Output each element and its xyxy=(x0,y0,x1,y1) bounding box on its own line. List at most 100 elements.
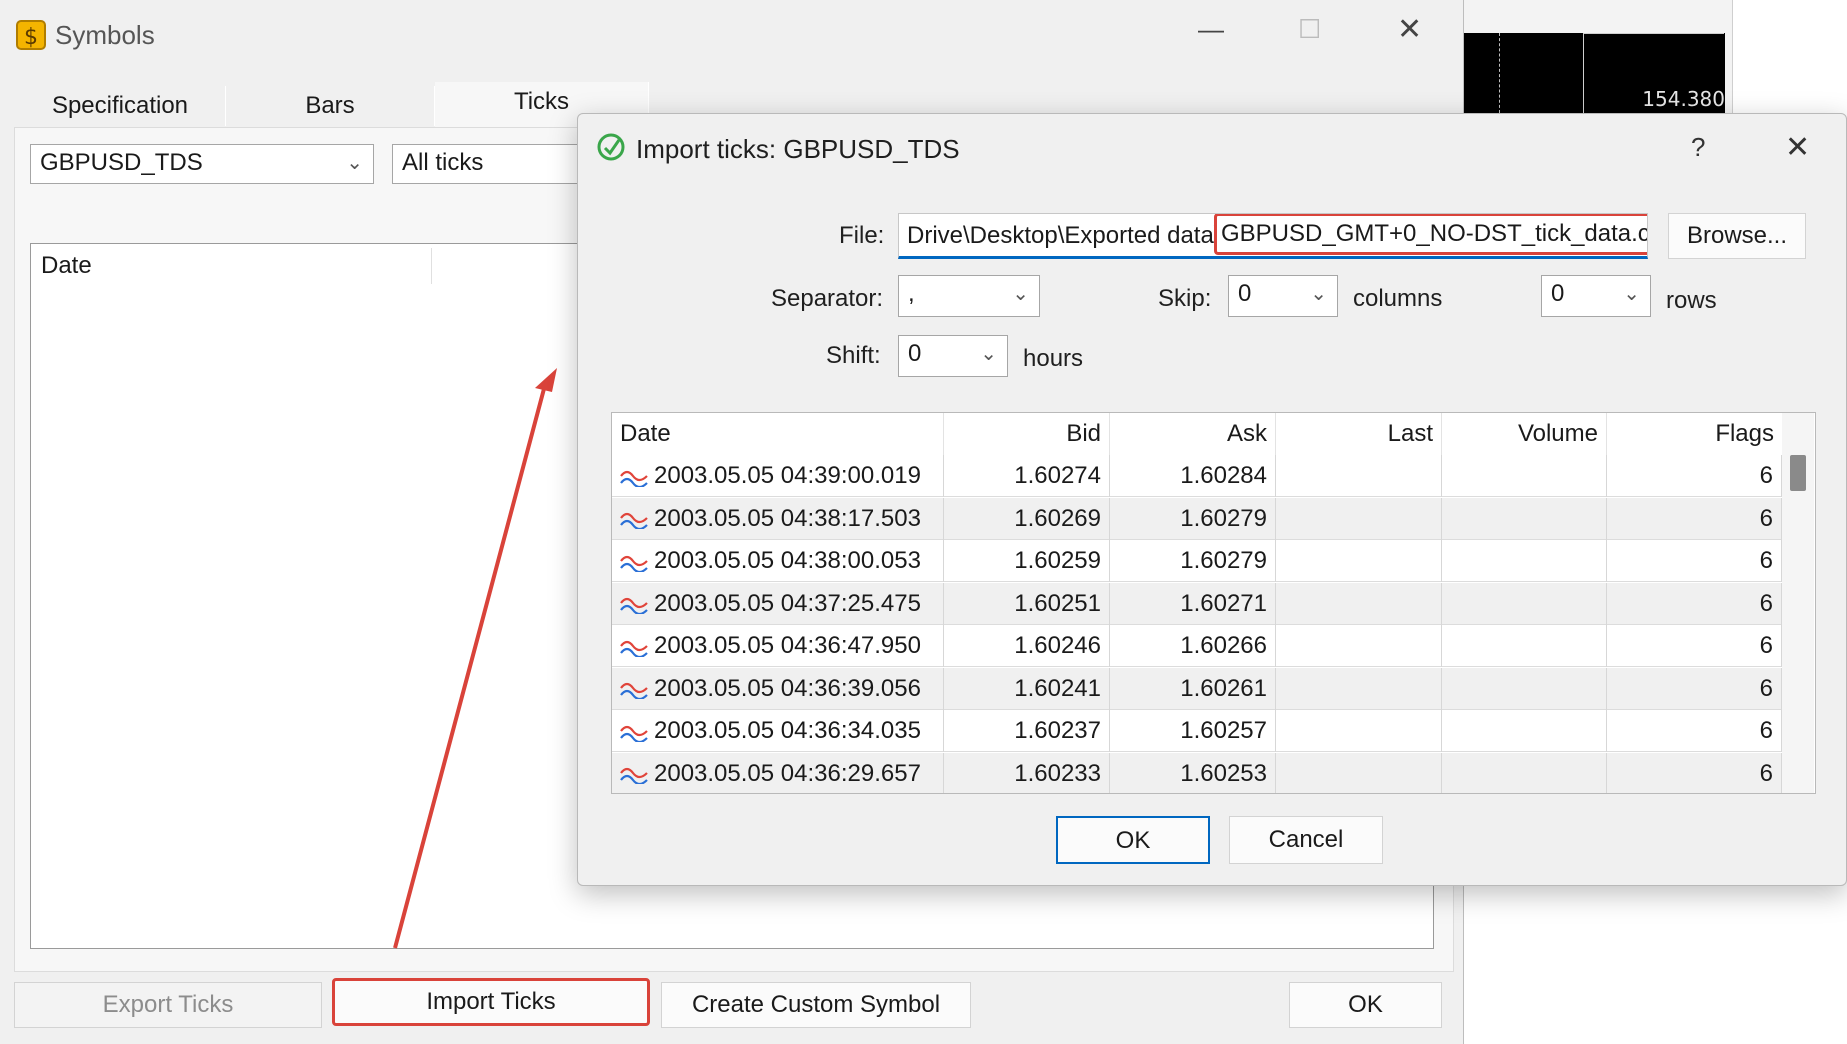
cell-flags: 6 xyxy=(1607,752,1782,793)
cell-ask: 1.60279 xyxy=(1110,497,1276,540)
table-scrollbar[interactable] xyxy=(1782,413,1814,793)
cell-flags-value: 6 xyxy=(1759,674,1773,702)
cell-flags-value: 6 xyxy=(1759,589,1773,617)
cell-last xyxy=(1276,540,1442,582)
table-row[interactable]: 2003.05.05 04:37:25.475 1.60251 1.60271 6 xyxy=(612,582,1782,625)
help-button[interactable]: ? xyxy=(1691,132,1705,163)
cell-bid-value: 1.60241 xyxy=(1014,674,1101,702)
cell-volume xyxy=(1442,540,1607,582)
table-row[interactable]: 2003.05.05 04:36:39.056 1.60241 1.60261 6 xyxy=(612,667,1782,710)
cell-flags-value: 6 xyxy=(1759,717,1773,744)
file-path-input[interactable]: Drive\Desktop\Exported data\ GBPUSD_GMT+… xyxy=(898,213,1648,259)
col-bid[interactable]: Bid xyxy=(944,413,1110,455)
hours-label: hours xyxy=(1023,345,1084,372)
tick-wave-icon xyxy=(620,640,648,658)
cell-last xyxy=(1276,497,1442,540)
shift-label: Shift: xyxy=(826,342,881,369)
cell-bid: 1.60269 xyxy=(944,497,1110,540)
cell-bid: 1.60233 xyxy=(944,752,1110,793)
cell-last xyxy=(1276,625,1442,667)
cell-date-value: 2003.05.05 04:38:17.503 xyxy=(654,504,921,532)
cell-bid-value: 1.60251 xyxy=(1014,589,1101,617)
cell-volume xyxy=(1442,582,1607,625)
scrollbar-thumb[interactable] xyxy=(1790,455,1806,491)
cell-flags-value: 6 xyxy=(1759,504,1773,532)
cell-last xyxy=(1276,710,1442,752)
cell-ask: 1.60271 xyxy=(1110,582,1276,625)
browse-button[interactable]: Browse... xyxy=(1668,213,1806,259)
cell-volume xyxy=(1442,455,1607,497)
cell-date-value: 2003.05.05 04:38:00.053 xyxy=(654,547,921,574)
cell-ask: 1.60253 xyxy=(1110,752,1276,793)
col-date[interactable]: Date xyxy=(612,413,944,455)
cell-volume xyxy=(1442,710,1607,752)
cell-date: 2003.05.05 04:38:00.053 xyxy=(612,540,944,582)
cell-volume xyxy=(1442,497,1607,540)
cell-ask: 1.60284 xyxy=(1110,455,1276,497)
cell-bid: 1.60259 xyxy=(944,540,1110,582)
cell-flags: 6 xyxy=(1607,625,1782,667)
cell-volume xyxy=(1442,752,1607,793)
cell-ask: 1.60257 xyxy=(1110,710,1276,752)
table-row[interactable]: 2003.05.05 04:36:47.950 1.60246 1.60266 6 xyxy=(612,625,1782,667)
cell-flags: 6 xyxy=(1607,582,1782,625)
tick-wave-icon xyxy=(620,555,648,573)
table-row[interactable]: 2003.05.05 04:38:00.053 1.60259 1.60279 6 xyxy=(612,540,1782,582)
tick-wave-icon xyxy=(620,768,648,786)
skip-label: Skip: xyxy=(1158,285,1212,312)
tick-wave-icon xyxy=(620,470,648,488)
cell-bid: 1.60251 xyxy=(944,582,1110,625)
cell-flags-value: 6 xyxy=(1759,547,1773,574)
import-check-icon xyxy=(597,133,625,161)
cell-bid-value: 1.60269 xyxy=(1014,504,1101,532)
cell-ask-value: 1.60271 xyxy=(1180,589,1267,617)
cell-date-value: 2003.05.05 04:36:29.657 xyxy=(654,759,921,787)
skip-rows-select[interactable]: 0 ⌄ xyxy=(1541,275,1651,317)
cell-flags: 6 xyxy=(1607,667,1782,710)
table-row[interactable]: 2003.05.05 04:36:29.657 1.60233 1.60253 6 xyxy=(612,752,1782,793)
cell-bid: 1.60237 xyxy=(944,710,1110,752)
cell-date-value: 2003.05.05 04:39:00.019 xyxy=(654,462,921,489)
chevron-down-icon: ⌄ xyxy=(1623,283,1640,305)
col-flags[interactable]: Flags xyxy=(1607,413,1782,455)
cell-ask-value: 1.60279 xyxy=(1180,504,1267,532)
cell-bid-value: 1.60237 xyxy=(1014,717,1101,744)
file-path-prefix: Drive\Desktop\Exported data\ xyxy=(907,222,1221,249)
cell-bid: 1.60246 xyxy=(944,625,1110,667)
col-ask[interactable]: Ask xyxy=(1110,413,1276,455)
dialog-title: Import ticks: GBPUSD_TDS xyxy=(636,134,960,164)
cell-date-value: 2003.05.05 04:36:34.035 xyxy=(654,717,921,744)
cell-bid: 1.60274 xyxy=(944,455,1110,497)
dialog-cancel-button[interactable]: Cancel xyxy=(1229,816,1383,864)
cell-date: 2003.05.05 04:36:39.056 xyxy=(612,667,944,710)
cell-flags: 6 xyxy=(1607,455,1782,497)
cell-ask-value: 1.60279 xyxy=(1180,547,1267,574)
skip-rows-value: 0 xyxy=(1551,280,1565,307)
tick-wave-icon xyxy=(620,725,648,743)
dialog-close-button[interactable]: ✕ xyxy=(1785,130,1810,165)
cell-bid: 1.60241 xyxy=(944,667,1110,710)
cell-date: 2003.05.05 04:36:34.035 xyxy=(612,710,944,752)
separator-select[interactable]: , ⌄ xyxy=(898,275,1040,317)
columns-label: columns xyxy=(1353,285,1443,312)
table-row[interactable]: 2003.05.05 04:36:34.035 1.60237 1.60257 6 xyxy=(612,710,1782,752)
skip-columns-value: 0 xyxy=(1238,280,1252,307)
cell-date: 2003.05.05 04:37:25.475 xyxy=(612,582,944,625)
col-volume[interactable]: Volume xyxy=(1442,413,1607,455)
table-row[interactable]: 2003.05.05 04:38:17.503 1.60269 1.60279 6 xyxy=(612,497,1782,540)
cell-date: 2003.05.05 04:36:29.657 xyxy=(612,752,944,793)
table-row[interactable]: 2003.05.05 04:39:00.019 1.60274 1.60284 6 xyxy=(612,455,1782,497)
tick-wave-icon xyxy=(620,683,648,701)
cell-last xyxy=(1276,582,1442,625)
cell-date: 2003.05.05 04:36:47.950 xyxy=(612,625,944,667)
cell-flags-value: 6 xyxy=(1759,632,1773,659)
tick-wave-icon xyxy=(620,598,648,616)
cell-volume xyxy=(1442,625,1607,667)
preview-table[interactable]: Date Bid Ask Last Volume Flags 2003.05.0… xyxy=(611,412,1816,794)
col-last[interactable]: Last xyxy=(1276,413,1442,455)
shift-select[interactable]: 0 ⌄ xyxy=(898,335,1008,377)
cell-ask: 1.60261 xyxy=(1110,667,1276,710)
skip-columns-select[interactable]: 0 ⌄ xyxy=(1228,275,1338,317)
cell-ask-value: 1.60284 xyxy=(1180,462,1267,489)
dialog-ok-button[interactable]: OK xyxy=(1056,816,1210,864)
